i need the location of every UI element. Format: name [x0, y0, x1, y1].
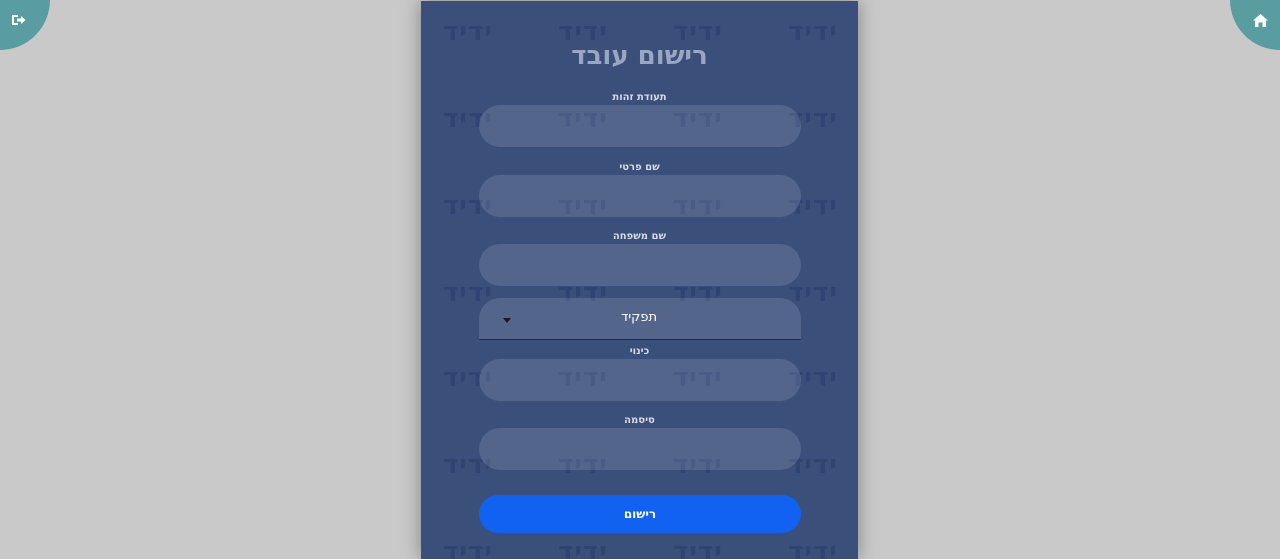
password-field[interactable]: [479, 428, 801, 470]
sign-out-icon: [12, 14, 26, 30]
watermark-logo: ידיד: [558, 531, 632, 559]
role-select[interactable]: תפקיד: [479, 298, 801, 340]
registration-panel: ידיד ידיד ידיד ידיד ידיד ידיד ידיד ידיד ידיד ידיד…: [421, 1, 858, 559]
watermark-logo: ידיד: [788, 531, 858, 559]
last-name-label: שם משפחה: [612, 231, 667, 242]
page-title: רישום עובד: [571, 41, 708, 71]
chevron-down-icon: [503, 318, 511, 323]
watermark-logo: ידיד: [443, 531, 517, 559]
first-name-field[interactable]: [479, 175, 801, 217]
logout-button[interactable]: [0, 0, 50, 50]
first-name-label: שם פרטי: [619, 162, 660, 173]
home-icon: [1253, 14, 1268, 31]
nickname-field[interactable]: [479, 359, 801, 401]
nickname-label: כינוי: [629, 346, 650, 357]
id-number-field[interactable]: [479, 105, 801, 147]
password-label: סיסמה: [624, 415, 655, 426]
watermark-logo: ידיד: [788, 272, 858, 314]
role-select-value: תפקיד: [621, 310, 657, 325]
watermark-logo: ידיד: [673, 531, 747, 559]
id-label: תעודת זהות: [612, 92, 667, 103]
home-button[interactable]: [1230, 0, 1280, 50]
last-name-field[interactable]: [479, 244, 801, 286]
register-button[interactable]: רישום: [479, 495, 801, 533]
